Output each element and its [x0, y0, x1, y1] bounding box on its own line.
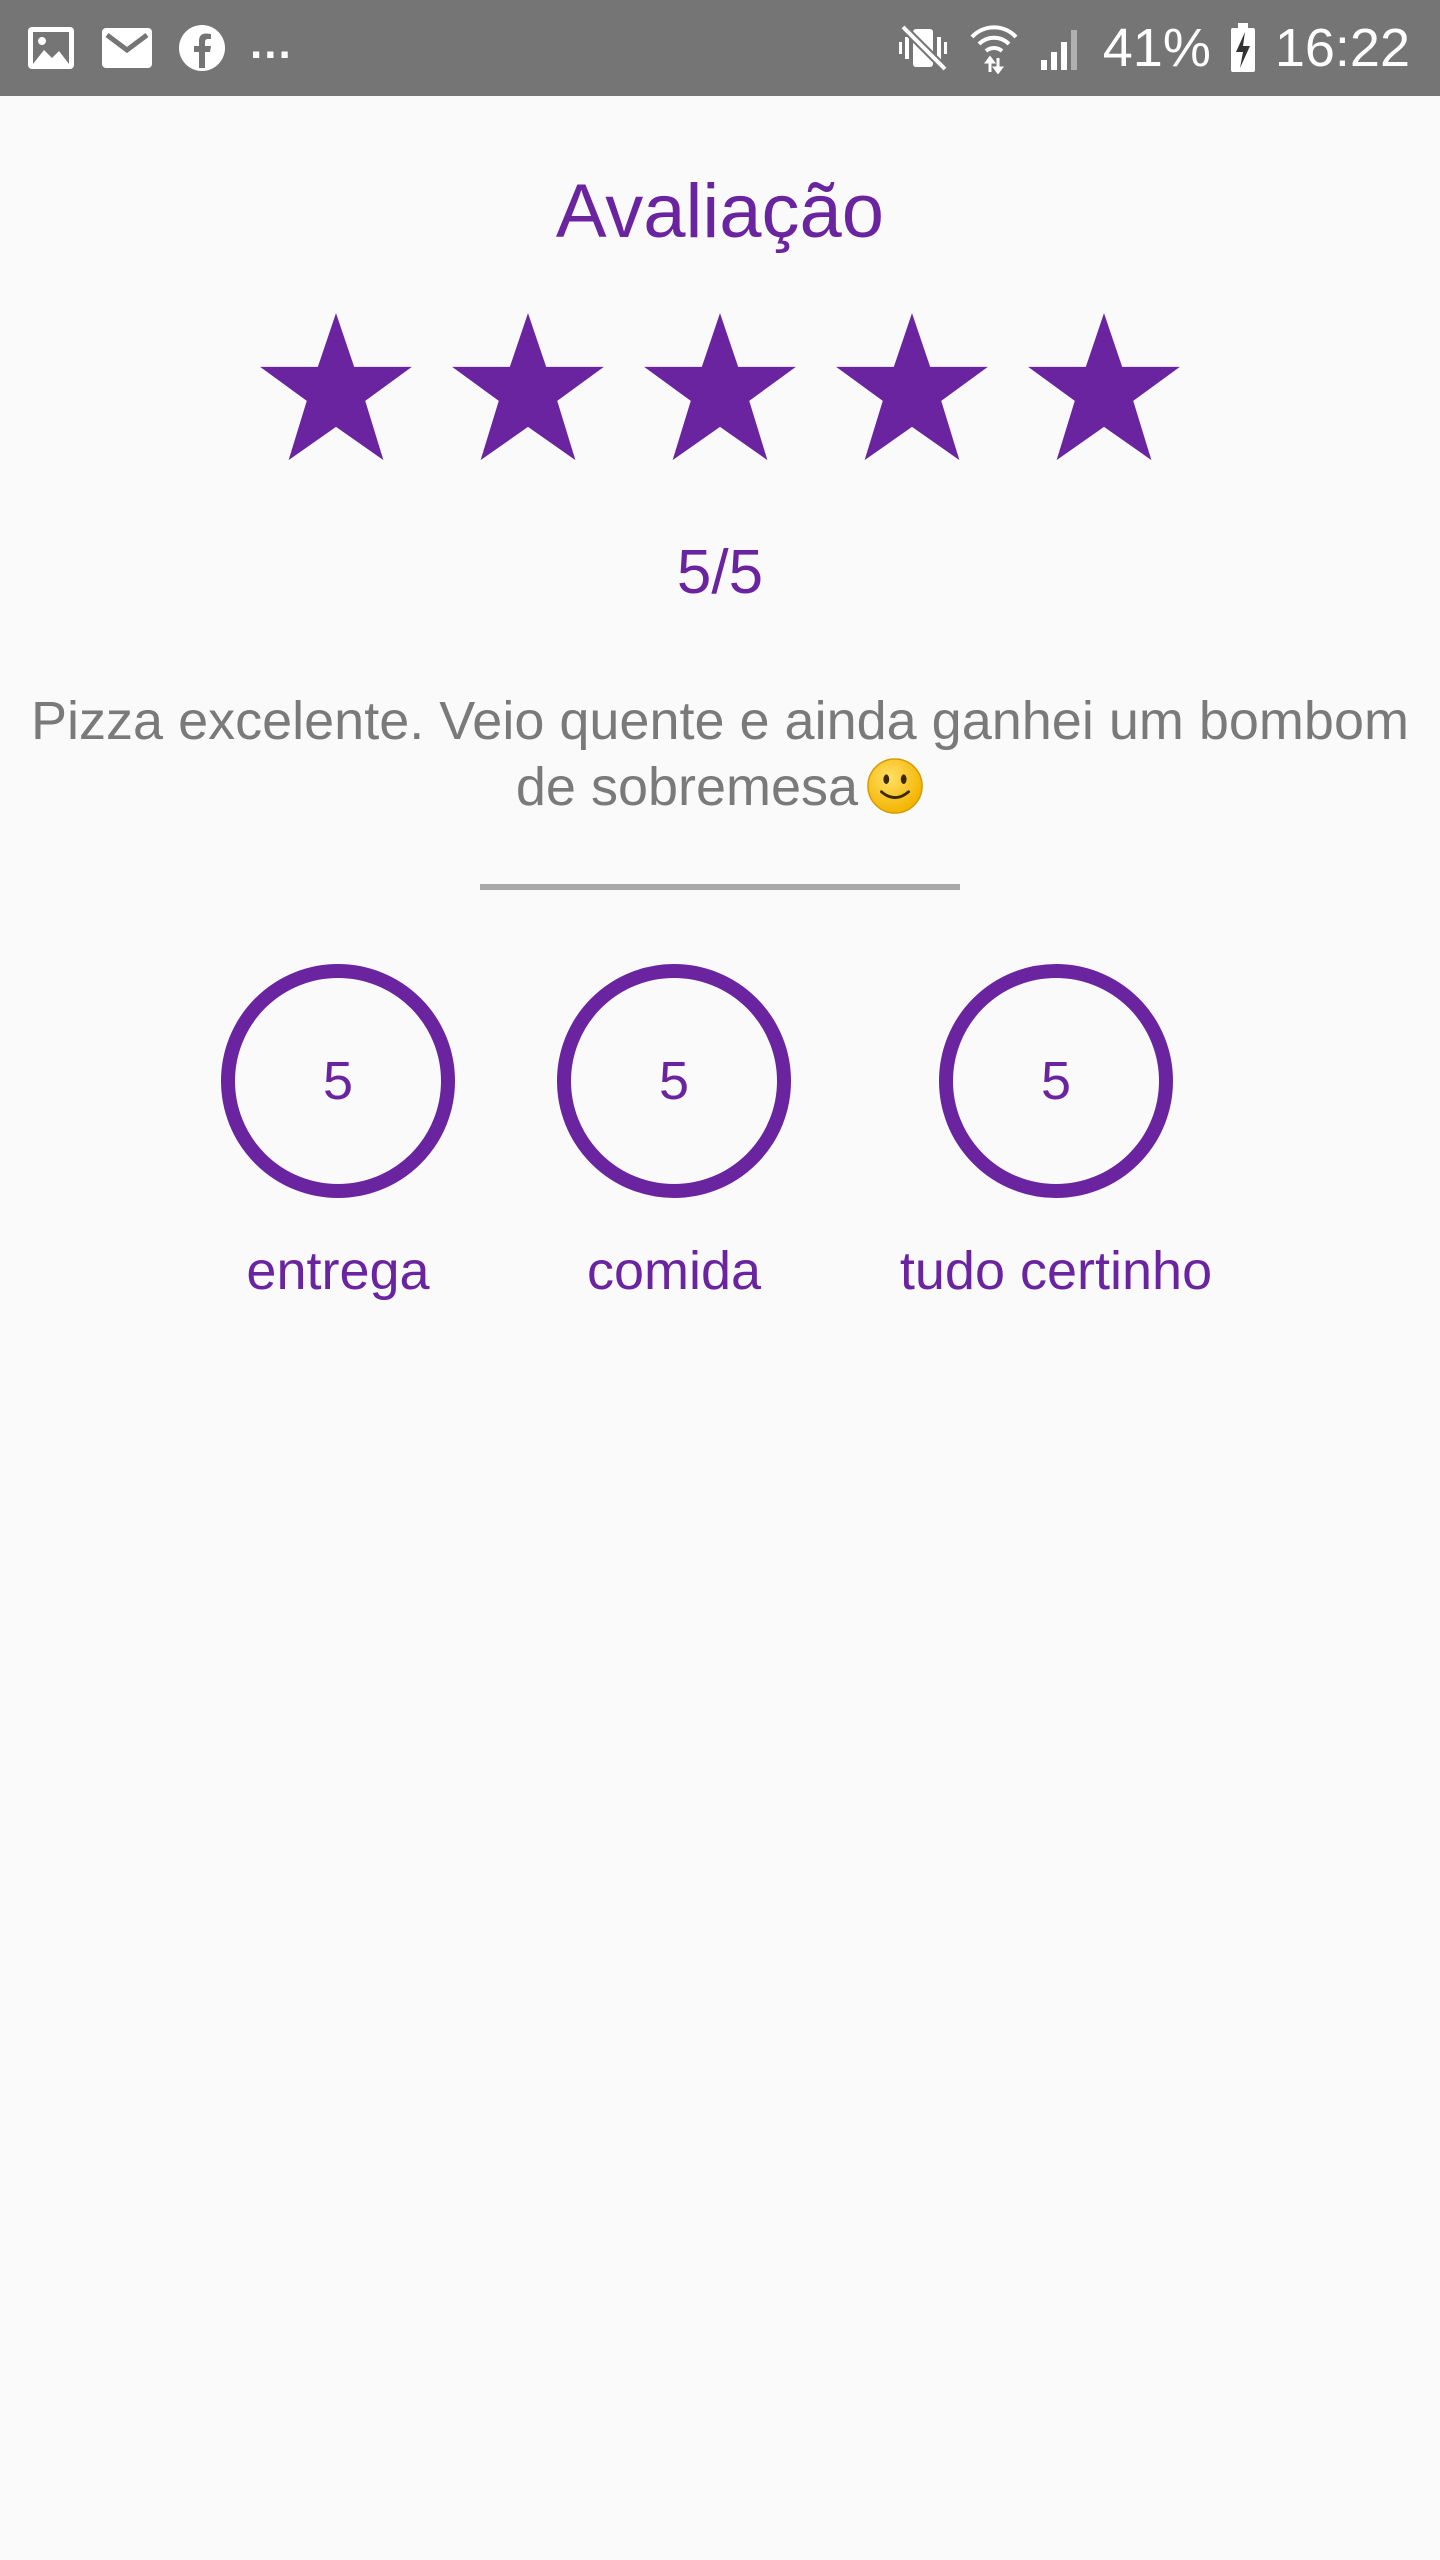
notification-area: ... — [26, 0, 293, 96]
clock: 16:22 — [1274, 18, 1410, 78]
review-comment: Pizza excelente. Veio quente e ainda gan… — [0, 688, 1440, 820]
star-rating — [0, 310, 1440, 468]
rating-score: 5/5 — [676, 538, 764, 607]
battery-charging-icon — [1229, 22, 1257, 74]
more-notifications-indicator: ... — [250, 19, 293, 68]
star-icon — [836, 313, 988, 461]
smiley-face-icon — [867, 758, 923, 814]
metric-score: 5 — [322, 1051, 354, 1111]
image-icon — [26, 25, 76, 71]
metric-score: 5 — [1040, 1051, 1072, 1111]
wifi-icon — [969, 22, 1019, 74]
star-icon — [452, 313, 604, 461]
review-comment-line-2-text: de sobremesa — [515, 757, 859, 817]
system-status-area: 41% 16:22 — [897, 0, 1410, 96]
metric-label: comida — [586, 1241, 762, 1301]
vibrate-mute-icon — [897, 23, 951, 73]
star-icon — [1028, 313, 1180, 461]
star-icon — [644, 313, 796, 461]
signal-icon — [1037, 24, 1085, 72]
metric-label: tudo certinho — [899, 1241, 1213, 1301]
star-icon — [260, 313, 412, 461]
divider — [480, 884, 960, 890]
metric-tudo-certinho: 5 tudo certinho — [846, 964, 1266, 1298]
page-title: Avaliação — [555, 169, 885, 254]
metric-score-ring: 5 — [221, 964, 455, 1198]
review-comment-line-1: Pizza excelente. Veio quente e ainda gan… — [31, 691, 1409, 751]
battery-percent: 41% — [1102, 18, 1211, 78]
status-bar: ... 41% 16:22 — [0, 0, 1440, 96]
mail-icon — [100, 26, 154, 70]
metric-score-ring: 5 — [939, 964, 1173, 1198]
review-comment-line-2: de sobremesa — [0, 754, 1440, 820]
metric-score: 5 — [658, 1051, 690, 1111]
metric-score-ring: 5 — [557, 964, 791, 1198]
metric-comida: 5 comida — [464, 964, 884, 1298]
review-screen: Avaliação 5/5 Pizza excelente. Veio quen… — [0, 96, 1440, 2560]
facebook-icon — [178, 24, 226, 72]
